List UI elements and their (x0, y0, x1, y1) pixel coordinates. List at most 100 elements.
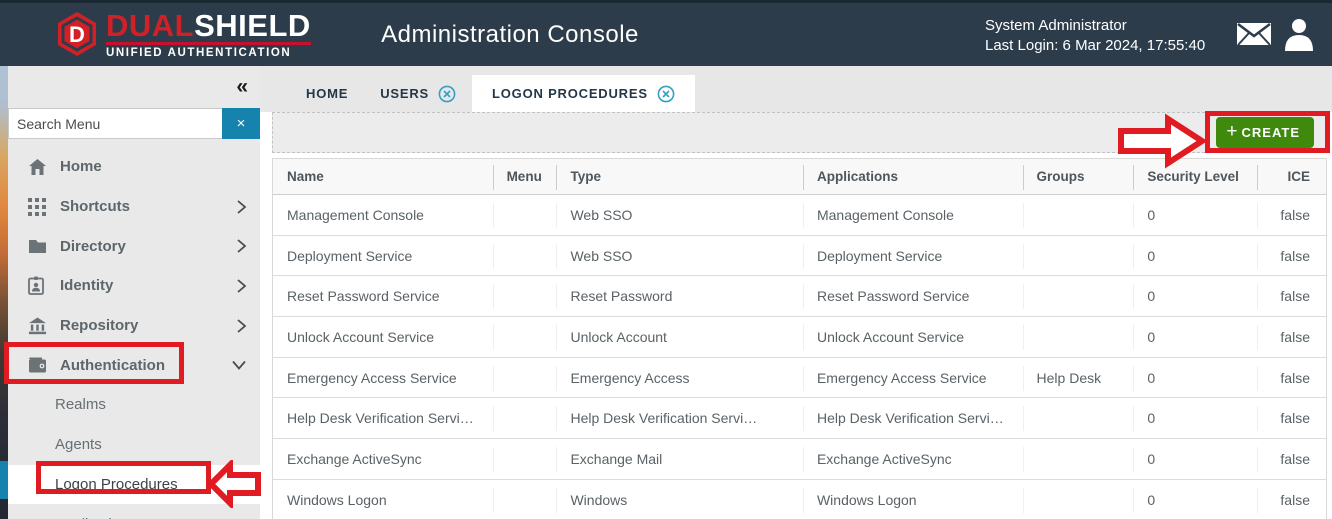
cell-security-level: 0 (1133, 236, 1257, 276)
plus-icon: + (1226, 122, 1237, 141)
cell-security-level: 0 (1133, 480, 1257, 519)
table-row[interactable]: Deployment ServiceWeb SSODeployment Serv… (273, 236, 1326, 277)
wallet-icon (28, 356, 47, 375)
sidebar-item-repository[interactable]: Repository (8, 306, 260, 346)
tab-logon-procedures[interactable]: LOGON PROCEDURES (472, 75, 695, 112)
column-header-security-level[interactable]: Security Level (1133, 159, 1257, 194)
sidebar-item-label: Directory (60, 238, 126, 255)
sidebar-item-identity[interactable]: Identity (8, 266, 260, 306)
svg-text:D: D (69, 22, 85, 47)
sidebar-item-agents[interactable]: Agents (8, 425, 260, 465)
tab-label: USERS (380, 86, 429, 101)
table-row[interactable]: Management ConsoleWeb SSOManagement Cons… (273, 195, 1326, 236)
cell-applications: Unlock Account Service (803, 317, 1023, 357)
create-button[interactable]: + CREATE (1216, 117, 1314, 148)
tab-close-icon[interactable] (438, 85, 456, 103)
cell-groups: Help Desk (1023, 358, 1134, 398)
cell-security-level: 0 (1133, 276, 1257, 316)
cell-security-level: 0 (1133, 317, 1257, 357)
sidebar: « × Home Shortcuts Directory Identity Reposi… (8, 66, 260, 519)
toolbar: + CREATE (272, 112, 1330, 153)
chevron-right-icon (236, 199, 247, 215)
cell-name: Help Desk Verification Servi… (273, 398, 493, 438)
sidebar-item-label: Realms (55, 396, 106, 413)
column-header-applications[interactable]: Applications (803, 159, 1023, 194)
cell-type: Reset Password (556, 276, 803, 316)
cell-type: Web SSO (556, 195, 803, 235)
close-icon: × (237, 115, 246, 132)
tab-band: HOME USERS LOGON PROCEDURES (260, 66, 1332, 112)
table-row[interactable]: Exchange ActiveSyncExchange MailExchange… (273, 439, 1326, 480)
sidebar-item-realms[interactable]: Realms (8, 385, 260, 425)
table-row[interactable]: Help Desk Verification Servi… Help Desk V… (273, 398, 1326, 439)
cell-applications: Exchange ActiveSync (803, 439, 1023, 479)
sidebar-menu: Home Shortcuts Directory Identity Repository… (8, 147, 260, 519)
sidebar-item-applications[interactable]: Applications (8, 504, 260, 519)
dualshield-logo: D DUALSHIELD UNIFIED AUTHENTICATION (52, 9, 311, 59)
column-header-name[interactable]: Name (273, 159, 493, 194)
search-menu-input[interactable] (8, 108, 222, 139)
cell-name: Management Console (273, 195, 493, 235)
tab-close-icon[interactable] (657, 85, 675, 103)
cell-security-level: 0 (1133, 439, 1257, 479)
table-row[interactable]: Emergency Access ServiceEmergency Access… (273, 358, 1326, 399)
table-body: Management ConsoleWeb SSOManagement Cons… (273, 195, 1326, 519)
sidebar-item-label: Shortcuts (60, 198, 130, 215)
sidebar-item-label: Applications (55, 516, 136, 519)
chevron-right-icon (236, 318, 247, 334)
grid-icon (28, 197, 47, 216)
table-row[interactable]: Windows LogonWindowsWindows Logon0false (273, 480, 1326, 519)
app-header: D DUALSHIELD UNIFIED AUTHENTICATION Admi… (0, 0, 1332, 66)
cell-applications: Deployment Service (803, 236, 1023, 276)
user-avatar-icon[interactable] (1283, 17, 1315, 51)
cell-security-level: 0 (1133, 195, 1257, 235)
cell-groups (1023, 317, 1134, 357)
sidebar-item-label: Agents (55, 436, 102, 453)
cell-ice: false (1257, 276, 1326, 316)
cell-ice: false (1257, 358, 1326, 398)
user-session-info: System Administrator Last Login: 6 Mar 2… (985, 16, 1205, 56)
table-row[interactable]: Reset Password ServiceReset PasswordRese… (273, 276, 1326, 317)
cell-name: Reset Password Service (273, 276, 493, 316)
column-header-menu[interactable]: Menu (493, 159, 557, 194)
cell-applications: Reset Password Service (803, 276, 1023, 316)
sidebar-item-directory[interactable]: Directory (8, 226, 260, 266)
brand-tagline: UNIFIED AUTHENTICATION (106, 47, 311, 59)
column-header-ice[interactable]: ICE (1257, 159, 1326, 194)
bank-icon (28, 316, 47, 335)
cell-type: Windows (556, 480, 803, 519)
selected-item-accent-bar (0, 461, 8, 499)
id-card-icon (28, 276, 47, 295)
sidebar-item-home[interactable]: Home (8, 147, 260, 187)
cell-ice: false (1257, 195, 1326, 235)
sidebar-item-authentication[interactable]: Authentication (8, 345, 260, 385)
cell-type: Exchange Mail (556, 439, 803, 479)
mail-icon[interactable] (1235, 20, 1273, 48)
cell-security-level: 0 (1133, 398, 1257, 438)
page-title: Administration Console (330, 21, 690, 49)
cell-ice: false (1257, 317, 1326, 357)
search-clear-button[interactable]: × (222, 108, 260, 139)
tab-users[interactable]: USERS (364, 75, 472, 112)
cell-name: Emergency Access Service (273, 358, 493, 398)
folder-icon (28, 237, 47, 256)
sidebar-item-label: Repository (60, 317, 138, 334)
cell-groups (1023, 195, 1134, 235)
cell-type: Unlock Account (556, 317, 803, 357)
hexagon-logo-icon: D (52, 9, 102, 59)
column-header-type[interactable]: Type (556, 159, 803, 194)
cell-type: Help Desk Verification Servi… (556, 398, 803, 438)
tab-home[interactable]: HOME (290, 75, 364, 112)
last-login: Last Login: 6 Mar 2024, 17:55:40 (985, 36, 1205, 56)
logon-procedures-table: NameMenuTypeApplicationsGroupsSecurity L… (272, 158, 1327, 519)
table-row[interactable]: Unlock Account ServiceUnlock AccountUnlo… (273, 317, 1326, 358)
column-header-groups[interactable]: Groups (1023, 159, 1134, 194)
sidebar-item-logon-procedures[interactable]: Logon Procedures (8, 465, 260, 505)
sidebar-collapse-button[interactable]: « (236, 75, 248, 99)
sidebar-item-shortcuts[interactable]: Shortcuts (8, 187, 260, 227)
cell-applications: Windows Logon (803, 480, 1023, 519)
tab-label: HOME (306, 86, 348, 101)
cell-menu (493, 398, 557, 438)
chevron-right-icon (236, 278, 247, 294)
cell-type: Web SSO (556, 236, 803, 276)
